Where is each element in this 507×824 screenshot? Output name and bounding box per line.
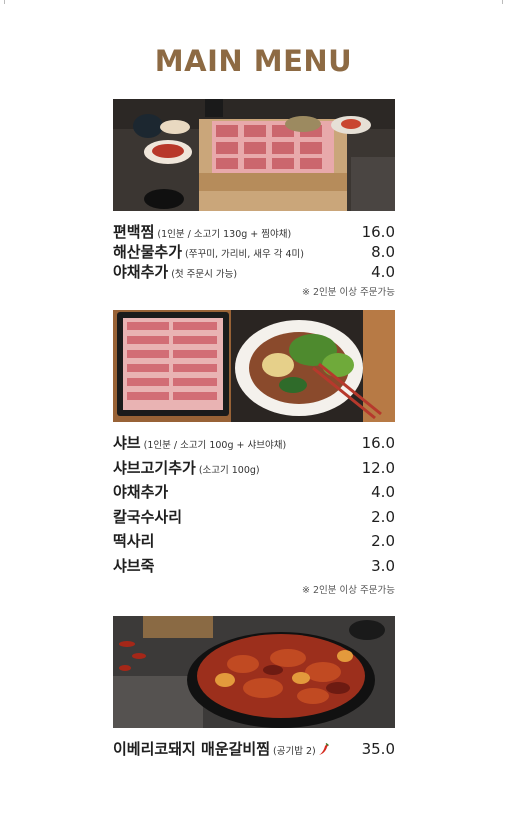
item-name: 해산물추가 xyxy=(113,243,183,261)
item-price: 16.0 xyxy=(361,434,395,452)
crop-mark-right xyxy=(502,0,503,4)
item-name: 이베리코돼지 매운갈비찜 xyxy=(113,740,271,758)
item-name: 떡사리 xyxy=(113,532,155,550)
item-price: 16.0 xyxy=(361,223,395,241)
menu-section-steamed: 편백찜 (1인분 / 소고기 130g + 찜야채) 16.0 해산물추가 (쭈꾸미… xyxy=(113,99,395,298)
menu-item: 샤브고기추가 (소고기 100g) 12.0 xyxy=(113,457,395,482)
item-name: 야채추가 xyxy=(113,483,169,501)
item-price: 2.0 xyxy=(371,532,395,550)
item-price: 4.0 xyxy=(371,483,395,501)
item-name: 칼국수사리 xyxy=(113,507,183,526)
menu-item: 샤브죽 3.0 xyxy=(113,555,395,580)
menu-item: 야채추가 4.0 xyxy=(113,481,395,506)
item-note: (소고기 100g) xyxy=(198,464,260,476)
menu-item: 편백찜 (1인분 / 소고기 130g + 찜야채) 16.0 xyxy=(113,221,395,241)
item-name: 샤브 xyxy=(113,434,141,452)
menu-section-ribs: 이베리코돼지 매운갈비찜 (공기밥 2) 35.0 xyxy=(113,616,395,762)
item-name: 야채추가 xyxy=(113,263,169,281)
item-note: (쭈꾸미, 가리비, 새우 각 4미) xyxy=(185,249,304,260)
menu-item: 떡사리 2.0 xyxy=(113,530,395,555)
item-price: 4.0 xyxy=(371,263,395,281)
item-name: 편백찜 xyxy=(113,223,155,241)
order-minimum-note: ※ 2인분 이상 주문가능 xyxy=(302,287,395,298)
menu-item: 칼국수사리 2.0 xyxy=(113,506,395,531)
item-note: (1인분 / 소고기 130g + 찜야채) xyxy=(157,229,292,240)
item-note: (공기밥 2) xyxy=(273,746,316,757)
chili-pepper-icon xyxy=(318,742,330,760)
item-price: 8.0 xyxy=(371,243,395,261)
spicy-braised-ribs-photo xyxy=(113,616,395,728)
menu-item: 이베리코돼지 매운갈비찜 (공기밥 2) 35.0 xyxy=(113,738,395,762)
shabu-shabu-photo xyxy=(113,310,395,422)
item-price: 12.0 xyxy=(361,458,395,477)
crop-mark-left xyxy=(4,0,5,4)
item-note: (첫 주문시 가능) xyxy=(171,269,238,280)
item-note: (1인분 / 소고기 100g + 샤브야채) xyxy=(143,440,287,451)
menu-item: 샤브 (1인분 / 소고기 100g + 샤브야채) 16.0 xyxy=(113,432,395,457)
menu-item: 해산물추가 (쭈꾸미, 가리비, 새우 각 4미) 8.0 xyxy=(113,241,395,261)
item-price: 3.0 xyxy=(371,556,395,575)
menu-section-shabu: 샤브 (1인분 / 소고기 100g + 샤브야채) 16.0 샤브고기추가 (소고… xyxy=(113,310,395,596)
order-minimum-note: ※ 2인분 이상 주문가능 xyxy=(302,585,395,596)
steamed-beef-tray-photo xyxy=(113,99,395,211)
item-name: 샤브고기추가 xyxy=(113,458,196,477)
item-name: 샤브죽 xyxy=(113,556,155,575)
item-price: 35.0 xyxy=(361,740,395,758)
item-price: 2.0 xyxy=(371,507,395,526)
menu-item: 야채추가 (첫 주문시 가능) 4.0 xyxy=(113,261,395,281)
menu-title: MAIN MENU xyxy=(154,44,353,78)
